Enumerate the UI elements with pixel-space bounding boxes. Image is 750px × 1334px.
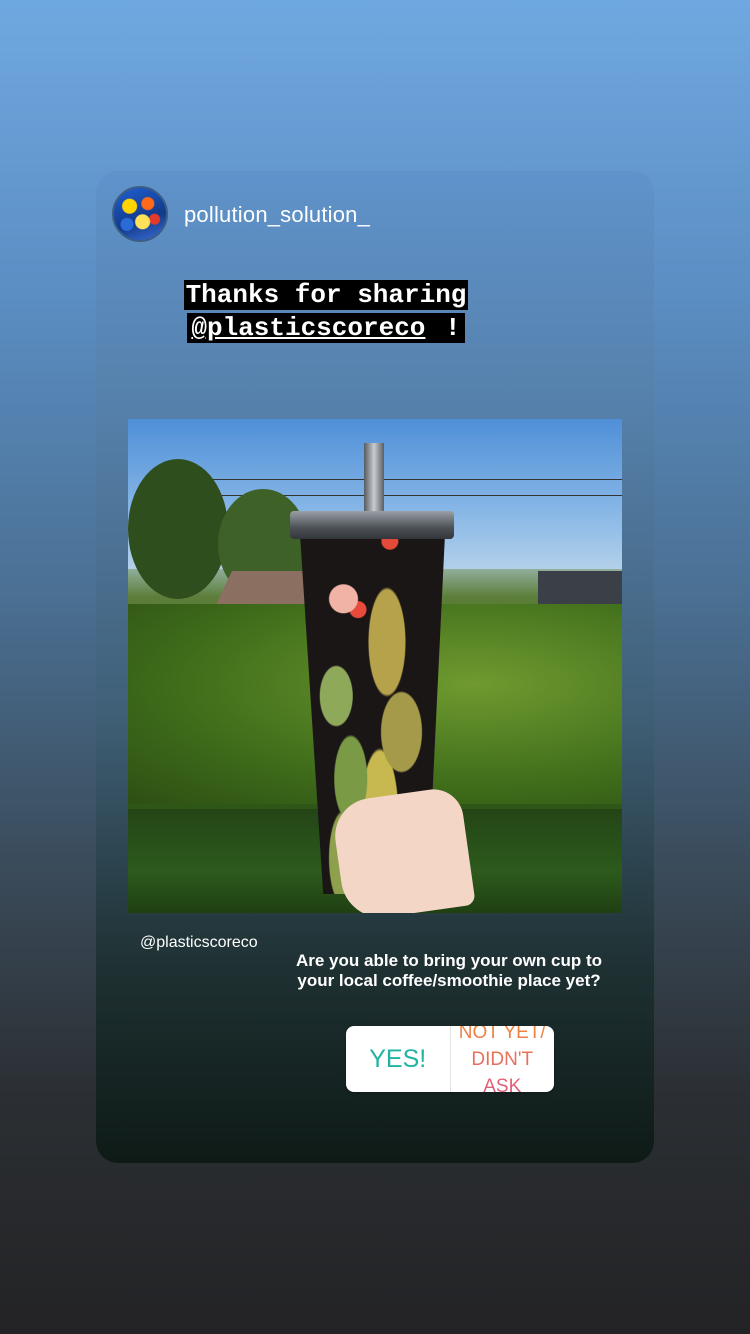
poll-option-yes[interactable]: YES! [346, 1026, 451, 1092]
poll-option-not-yet[interactable]: NOT YET/ DIDN'T ASK [451, 1026, 555, 1092]
photo-credit[interactable]: @plasticscoreco [140, 934, 258, 952]
poll-question: Are you able to bring your own cup to yo… [295, 951, 602, 990]
caption-line-1: Thanks for sharing [183, 280, 469, 310]
caption-text: Thanks for sharing @plasticscoreco ! [166, 279, 486, 345]
caption-line-2: @plasticscoreco ! [187, 313, 465, 343]
photo-tree [128, 459, 228, 599]
tumbler-lid [290, 511, 454, 539]
shared-photo[interactable] [128, 419, 622, 913]
story-card: pollution_solution_ Thanks for sharing @… [96, 171, 654, 1163]
tumbler-straw [364, 443, 384, 515]
photo-power-line [208, 479, 622, 480]
username[interactable]: pollution_solution_ [184, 202, 370, 228]
poll-sticker: YES! NOT YET/ DIDN'T ASK [346, 1026, 554, 1092]
caption-mention[interactable]: @plasticscoreco [189, 313, 428, 343]
caption-suffix: ! [427, 313, 463, 343]
profile-avatar[interactable] [112, 186, 168, 242]
holding-hand [330, 785, 476, 913]
poll-option-not-yet-line1: NOT YET/ [458, 1026, 546, 1043]
poll-option-not-yet-line2: DIDN'T ASK [471, 1048, 534, 1092]
poll-option-not-yet-label: NOT YET/ DIDN'T ASK [451, 1026, 555, 1092]
